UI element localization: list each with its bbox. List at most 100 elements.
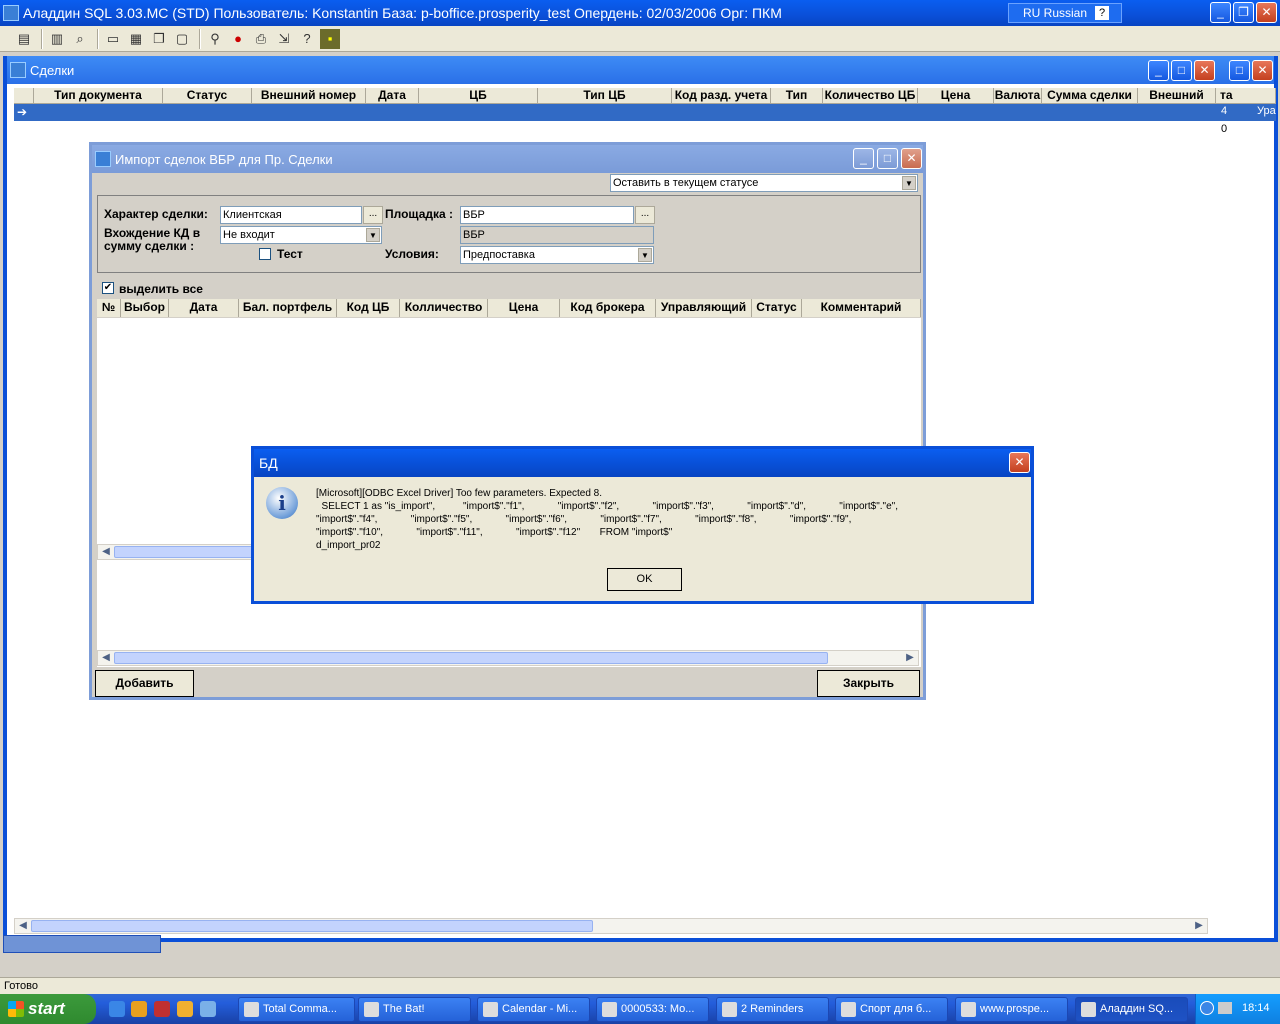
close-icon[interactable]: ✕ xyxy=(1194,60,1215,81)
grid-column-header[interactable]: Внешний xyxy=(1138,88,1216,104)
kd-select[interactable]: Не входит ▼ xyxy=(220,226,382,244)
message-line: SELECT 1 as "is_import", "import$"."f1",… xyxy=(316,501,898,512)
taskbar-button[interactable]: Calendar - Mi... xyxy=(477,997,590,1022)
taskbar-button[interactable]: Спорт для б... xyxy=(835,997,948,1022)
scroll-thumb[interactable] xyxy=(31,920,593,932)
chevron-down-icon[interactable]: ▼ xyxy=(366,228,380,242)
minimize-icon[interactable]: _ xyxy=(1210,2,1231,23)
maximize-icon[interactable]: □ xyxy=(1171,60,1192,81)
grid-column-header[interactable]: Код ЦБ xyxy=(337,299,400,317)
grid-column-header[interactable]: Тип xyxy=(771,88,823,104)
window-icon[interactable]: ▭ xyxy=(103,29,123,49)
grid-column-header[interactable]: Бал. портфель xyxy=(239,299,337,317)
grid-column-header[interactable]: Статус xyxy=(163,88,252,104)
cascade-icon[interactable]: ❐ xyxy=(149,29,169,49)
platform-readonly-field: ВБР xyxy=(460,226,654,244)
taskbar-button[interactable]: The Bat! xyxy=(358,997,471,1022)
grid-column-header[interactable]: Статус xyxy=(752,299,802,317)
ie-icon[interactable] xyxy=(109,1001,125,1017)
exit-icon[interactable]: ▪ xyxy=(320,28,340,49)
add-button[interactable]: Добавить xyxy=(95,670,194,697)
taskbar-button[interactable]: Аладдин SQ... xyxy=(1075,997,1188,1022)
grid-column-header[interactable]: ЦБ xyxy=(419,88,538,104)
arrange-icon[interactable]: ▢ xyxy=(172,29,192,49)
scroll-thumb[interactable] xyxy=(114,652,828,664)
grid-column-header[interactable]: Тип ЦБ xyxy=(538,88,672,104)
app-launcher-icon[interactable] xyxy=(177,1001,193,1017)
grid-column-header[interactable]: Код брокера xyxy=(560,299,656,317)
grid-column-header[interactable]: Колличество xyxy=(400,299,488,317)
close-icon[interactable]: ✕ xyxy=(1252,60,1273,81)
export-icon[interactable]: ⇲ xyxy=(274,29,294,49)
test-checkbox[interactable] xyxy=(259,248,271,260)
scroll-left-icon[interactable]: ◀ xyxy=(16,920,30,932)
grid-column-header[interactable]: Сумма сделки xyxy=(1042,88,1138,104)
scroll-left-icon[interactable]: ◀ xyxy=(99,546,113,558)
table-row[interactable]: ➔ 4 Ура xyxy=(14,104,1276,121)
inner-scrollbar[interactable]: ◀ xyxy=(97,544,257,560)
grid-column-header[interactable]: Цена xyxy=(918,88,994,104)
database-icon[interactable]: ▥ xyxy=(47,29,67,49)
taskbar-button[interactable]: 2 Reminders xyxy=(716,997,829,1022)
search-icon[interactable]: ⌕ xyxy=(70,29,90,49)
close-icon[interactable]: ✕ xyxy=(1009,452,1030,473)
close-icon[interactable]: ✕ xyxy=(1256,2,1277,23)
grid-column-header[interactable]: Код разд. учета xyxy=(672,88,771,104)
deal-type-field[interactable]: Клиентская xyxy=(220,206,362,224)
toolbar-separator xyxy=(41,28,43,49)
scroll-right-icon[interactable]: ▶ xyxy=(1192,920,1206,932)
scroll-left-icon[interactable]: ◀ xyxy=(99,652,113,664)
grid-column-header[interactable]: та xyxy=(1216,88,1276,104)
close-icon[interactable]: ✕ xyxy=(901,148,922,169)
status-select[interactable]: Оставить в текущем статусе ▼ xyxy=(610,174,918,192)
grid-column-header[interactable]: Внешний номер xyxy=(252,88,366,104)
help-icon[interactable]: ? xyxy=(1095,6,1110,20)
minimized-window[interactable] xyxy=(3,935,161,953)
taskbar-button[interactable]: www.prospe... xyxy=(955,997,1068,1022)
grid-column-header[interactable]: Выбор xyxy=(121,299,169,317)
help-icon[interactable]: ? xyxy=(297,29,317,49)
grid-column-header[interactable]: Тип документа xyxy=(34,88,163,104)
minimize-icon[interactable]: _ xyxy=(1148,60,1169,81)
restore-icon[interactable]: ❐ xyxy=(1233,2,1254,23)
start-button[interactable]: start xyxy=(0,994,96,1024)
scroll-thumb[interactable] xyxy=(114,546,254,558)
scroll-right-icon[interactable]: ▶ xyxy=(903,652,917,664)
clock[interactable]: 18:14 xyxy=(1242,1002,1270,1014)
stop-icon[interactable]: ● xyxy=(228,29,248,49)
grid-column-header[interactable]: Управляющий xyxy=(656,299,752,317)
platform-browse-button[interactable]: ... xyxy=(635,206,655,224)
grid-column-header[interactable]: Валюта xyxy=(994,88,1042,104)
grid-column-header[interactable]: Дата xyxy=(169,299,239,317)
chevron-down-icon[interactable]: ▼ xyxy=(638,248,652,262)
app-launcher-icon[interactable] xyxy=(200,1001,216,1017)
print-icon[interactable]: ⎙ xyxy=(251,29,271,49)
chevron-down-icon[interactable]: ▼ xyxy=(902,176,916,190)
grid-column-header[interactable]: Комментарий xyxy=(802,299,921,317)
grid-column-header[interactable]: Количество ЦБ xyxy=(823,88,918,104)
close-button[interactable]: Закрыть xyxy=(817,670,920,697)
document-icon[interactable]: ▤ xyxy=(14,29,34,49)
network-icon[interactable] xyxy=(1218,1002,1232,1014)
deal-type-browse-button[interactable]: ... xyxy=(363,206,383,224)
binoculars-icon[interactable]: ⚲ xyxy=(205,29,225,49)
horizontal-scrollbar[interactable]: ◀ ▶ xyxy=(14,918,1208,934)
grid-column-header[interactable]: Цена xyxy=(488,299,560,317)
conditions-select[interactable]: Предпоставка ▼ xyxy=(460,246,654,264)
language-bar[interactable]: RU Russian ? xyxy=(1008,3,1122,23)
chevron-left-icon[interactable] xyxy=(1200,1001,1214,1015)
taskbar-button[interactable]: 0000533: Mo... xyxy=(596,997,709,1022)
ok-button[interactable]: OK xyxy=(607,568,682,591)
tile-icon[interactable]: ▦ xyxy=(126,29,146,49)
minimize-icon[interactable]: _ xyxy=(853,148,874,169)
outlook-icon[interactable] xyxy=(131,1001,147,1017)
taskbar-button[interactable]: Total Comma... xyxy=(238,997,355,1022)
app-launcher-icon[interactable] xyxy=(154,1001,170,1017)
maximize-icon[interactable]: □ xyxy=(1229,60,1250,81)
grid-column-header[interactable]: № xyxy=(97,299,121,317)
horizontal-scrollbar[interactable]: ◀ ▶ xyxy=(97,650,919,666)
grid-column-header[interactable]: Дата xyxy=(366,88,419,104)
platform-field[interactable]: ВБР xyxy=(460,206,634,224)
select-all-checkbox[interactable]: ✔ xyxy=(102,282,114,294)
maximize-icon[interactable]: □ xyxy=(877,148,898,169)
